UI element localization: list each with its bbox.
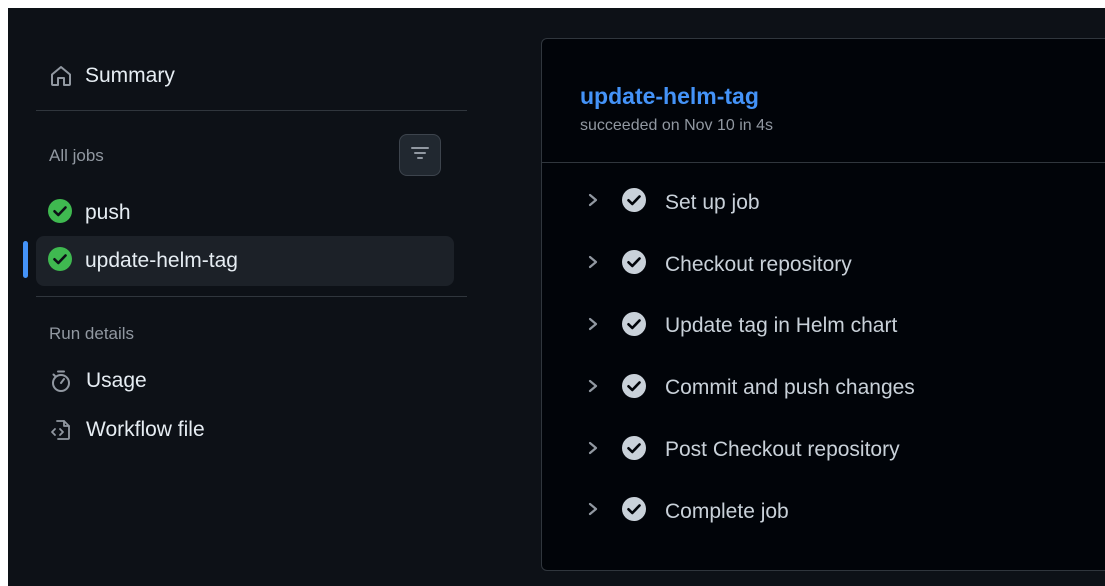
chevron-right-icon: [586, 440, 600, 461]
step-label: Checkout repository: [665, 252, 852, 276]
chevron-right-icon: [586, 501, 600, 522]
step-success-icon: [622, 188, 646, 217]
usage-link[interactable]: Usage: [49, 369, 147, 393]
step-success-icon: [622, 497, 646, 526]
job-title[interactable]: update-helm-tag: [580, 83, 759, 110]
summary-link[interactable]: Summary: [49, 64, 175, 88]
step-success-icon: [622, 373, 646, 403]
sidebar-divider: [36, 110, 467, 111]
panel-divider: [542, 162, 1105, 163]
workflow-file-label: Workflow file: [86, 418, 205, 441]
job-detail-panel: update-helm-tag succeeded on Nov 10 in 4…: [541, 38, 1105, 571]
step-label: Update tag in Helm chart: [665, 314, 898, 338]
job-label: update-helm-tag: [85, 249, 238, 272]
step-label: Set up job: [665, 190, 760, 214]
step-row[interactable]: Set up job: [542, 172, 1105, 234]
usage-label: Usage: [86, 369, 147, 392]
home-icon: [49, 64, 73, 88]
file-code-icon: [49, 418, 73, 442]
step-label: Complete job: [665, 499, 789, 523]
chevron-right-icon: [586, 316, 600, 337]
active-job-indicator: [23, 241, 28, 278]
chevron-right-icon: [586, 378, 600, 399]
step-row[interactable]: Post Checkout repository: [542, 419, 1105, 481]
step-row[interactable]: Checkout repository: [542, 234, 1105, 296]
success-check-icon: [48, 198, 72, 228]
chevron-right-icon: [586, 192, 600, 213]
filter-icon: [410, 145, 430, 166]
job-item-update-helm-tag[interactable]: update-helm-tag: [36, 236, 454, 286]
run-details-title: Run details: [49, 324, 135, 343]
step-success-icon: [622, 250, 646, 279]
step-success-icon: [622, 311, 646, 341]
job-label: push: [85, 201, 131, 224]
step-row[interactable]: Complete job: [542, 481, 1105, 543]
stopwatch-icon: [49, 369, 73, 393]
steps-list: Set up job Checkout repository Update ta…: [542, 172, 1105, 543]
step-label: Commit and push changes: [665, 376, 915, 400]
job-status-subtitle: succeeded on Nov 10 in 4s: [580, 117, 774, 134]
summary-label: Summary: [85, 64, 175, 87]
step-label: Post Checkout repository: [665, 438, 900, 462]
sidebar: Summary All jobs push update-helm-tag Ru…: [8, 8, 478, 586]
chevron-right-icon: [586, 254, 600, 275]
sidebar-divider: [36, 296, 467, 297]
step-success-icon: [622, 435, 646, 465]
workflow-file-link[interactable]: Workflow file: [49, 418, 205, 442]
success-check-icon: [48, 246, 72, 276]
all-jobs-title: All jobs: [49, 146, 104, 165]
filter-jobs-button[interactable]: [399, 134, 441, 176]
step-row[interactable]: Commit and push changes: [542, 357, 1105, 419]
step-row[interactable]: Update tag in Helm chart: [542, 296, 1105, 358]
job-item-push[interactable]: push: [36, 188, 454, 238]
workflow-run-view: Summary All jobs push update-helm-tag Ru…: [8, 8, 1105, 586]
